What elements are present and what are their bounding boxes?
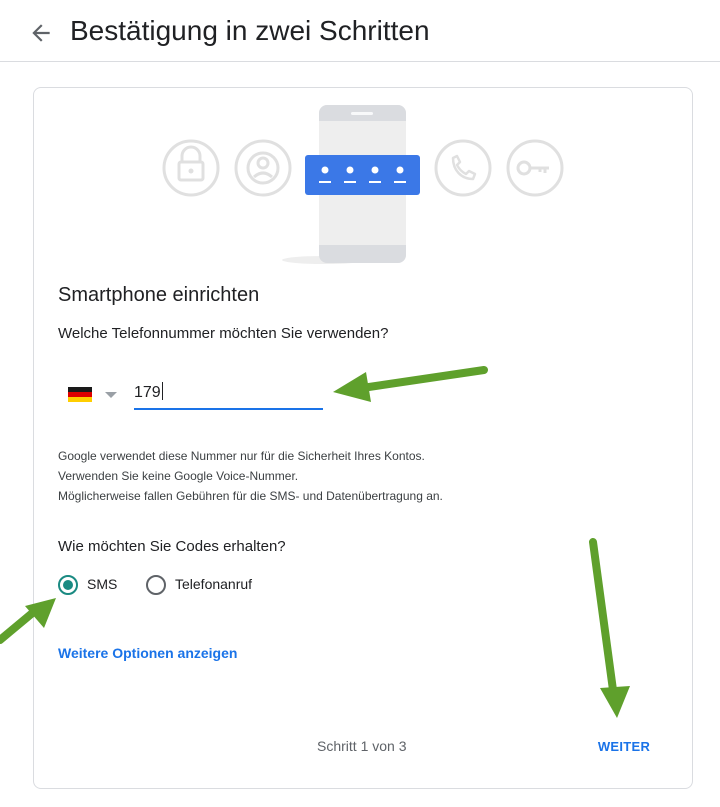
next-button-label: WEITER — [597, 739, 651, 754]
phone-question: Welche Telefonnummer möchten Sie verwend… — [58, 325, 389, 342]
key-icon — [506, 139, 564, 197]
radio-phone-call[interactable]: Telefonanruf — [146, 575, 286, 597]
lock-icon — [162, 139, 220, 197]
arrow-to-sms-option — [0, 606, 40, 644]
radio-sms[interactable]: SMS — [58, 575, 148, 597]
radio-checked-icon[interactable] — [58, 575, 78, 595]
codes-question: Wie möchten Sie Codes erhalten? — [58, 538, 286, 555]
hint-line: Google verwendet diese Nummer nur für di… — [58, 449, 425, 463]
hint-line: Verwenden Sie keine Google Voice-Nummer. — [58, 469, 299, 483]
germany-flag-icon — [68, 387, 92, 402]
page-title: Bestätigung in zwei Schritten — [70, 15, 430, 46]
radio-unchecked-icon[interactable] — [146, 575, 166, 595]
phone-setup-illustration — [162, 105, 564, 264]
hint-line: Möglicherweise fallen Gebühren für die S… — [58, 489, 443, 503]
country-select[interactable] — [68, 384, 122, 406]
phone-number-field[interactable]: 179 — [134, 378, 323, 410]
phone-hint: Google verwendet diese Nummer nur für di… — [58, 446, 443, 506]
card-title: Smartphone einrichten — [58, 284, 260, 306]
arrow-back-icon[interactable] — [28, 20, 54, 46]
radio-label: SMS — [87, 576, 118, 592]
more-options-link[interactable]: Weitere Optionen anzeigen — [58, 645, 237, 661]
code-box — [305, 155, 420, 195]
next-button[interactable]: WEITER — [582, 731, 666, 761]
step-indicator: Schritt 1 von 3 — [317, 738, 407, 754]
app-header: Bestätigung in zwei Schritten — [0, 0, 720, 62]
dropdown-arrow-icon — [105, 392, 117, 398]
phone-number-input[interactable]: 179 — [134, 382, 163, 402]
phone-call-icon — [434, 139, 492, 197]
account-icon — [234, 139, 292, 197]
radio-label: Telefonanruf — [175, 576, 253, 592]
setup-card: Smartphone einrichten Welche Telefonnumm… — [33, 87, 693, 789]
